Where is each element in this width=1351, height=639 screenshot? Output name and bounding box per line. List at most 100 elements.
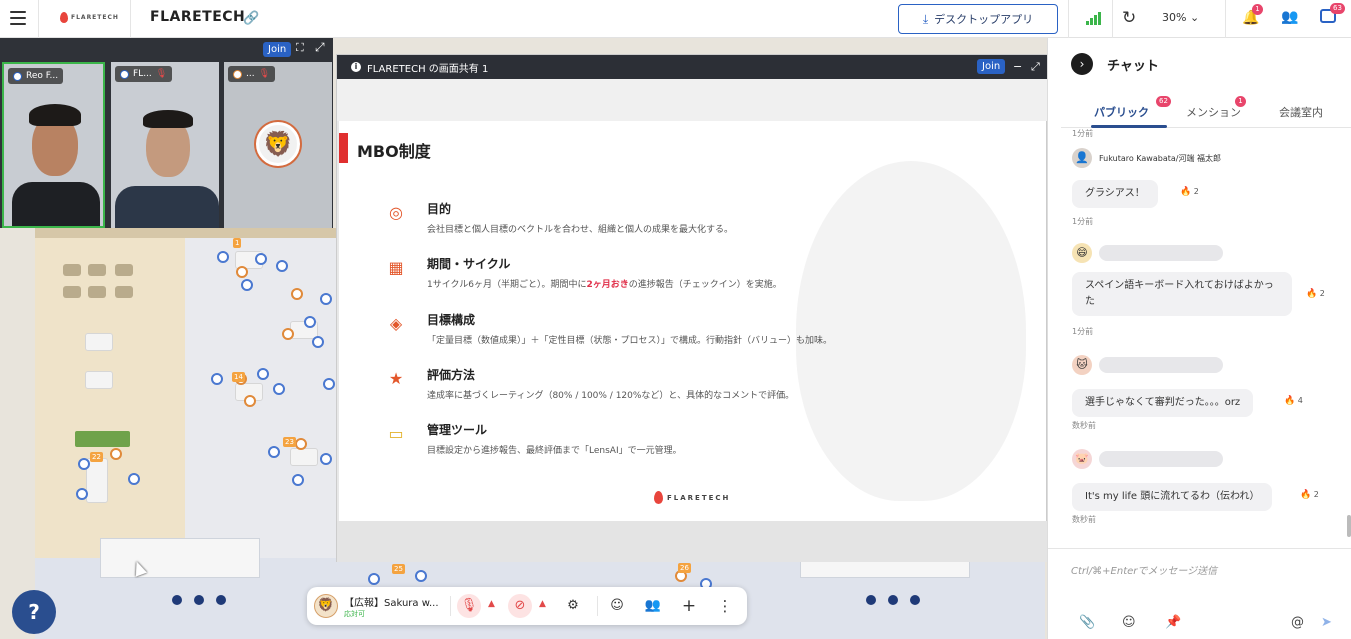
settings-button[interactable]: ⚙: [561, 594, 585, 618]
tab-badge: 62: [1156, 96, 1171, 107]
user-avatar-dot[interactable]: [304, 316, 316, 328]
expand-icon[interactable]: ⤢: [1031, 60, 1040, 74]
video-tile[interactable]: FL... 🎙: [111, 62, 219, 228]
send-icon[interactable]: ➤: [1321, 615, 1332, 630]
screen-share-window[interactable]: i FLARETECH の画面共有 1 Join − ⤢ MBO制度 ◎ 目的 …: [336, 54, 1047, 562]
minimize-icon[interactable]: −: [1013, 60, 1022, 73]
user-avatar-dot[interactable]: [255, 253, 267, 265]
desktop-app-button[interactable]: ⤓ デスクトップアプリ: [898, 4, 1058, 34]
message-input[interactable]: Ctrl/⌘+Enterでメッセージ送信 📎 ☺ 📌 @ ➤: [1048, 548, 1351, 639]
room-number-tag: 23: [283, 437, 296, 447]
message-sender[interactable]: 🐱: [1072, 355, 1223, 375]
room-number-tag: 26: [678, 563, 691, 573]
help-button[interactable]: ?: [12, 590, 56, 634]
chat-badge: 63: [1330, 3, 1345, 14]
mic-off-button[interactable]: 🎙: [457, 594, 481, 618]
join-button[interactable]: Join: [977, 59, 1006, 74]
user-avatar-dot[interactable]: [78, 458, 90, 470]
message-bubble[interactable]: スペイン語キーボード入れておけばよかった: [1072, 272, 1292, 316]
fire-icon: 🔥: [1306, 289, 1318, 299]
timestamp: 1分前: [1072, 217, 1094, 226]
emoji-icon[interactable]: ☺: [1122, 615, 1136, 630]
my-status[interactable]: 応対可: [344, 609, 365, 619]
user-avatar-dot[interactable]: [241, 279, 253, 291]
user-avatar-dot[interactable]: [244, 395, 256, 407]
my-avatar[interactable]: 🦁: [314, 594, 338, 618]
wall: [35, 228, 345, 238]
user-avatar-dot[interactable]: [415, 570, 427, 582]
message-bubble[interactable]: It's my life 頭に流れてるわ（伝われ）: [1072, 483, 1273, 511]
user-avatar-dot[interactable]: [268, 446, 280, 458]
emoji-button[interactable]: ☺: [605, 594, 629, 618]
my-name[interactable]: 【広報】Sakura w...: [344, 594, 439, 609]
flame-watermark: [796, 161, 1026, 501]
reaction[interactable]: 🔥 4: [1284, 396, 1303, 406]
timestamp: 数秒前: [1072, 421, 1096, 430]
user-avatar-dot[interactable]: [323, 378, 335, 390]
user-avatar-dot[interactable]: [368, 573, 380, 585]
timestamp: 数秒前: [1072, 515, 1096, 524]
flaretech-logo: FLARETECH: [654, 491, 730, 504]
user-avatar-dot[interactable]: [276, 260, 288, 272]
tab-mention[interactable]: メンション: [1186, 104, 1241, 120]
user-avatar-dot[interactable]: [128, 473, 140, 485]
user-avatar-dot[interactable]: [292, 474, 304, 486]
user-avatar-dot[interactable]: [291, 288, 303, 300]
pin-icon[interactable]: 📌: [1165, 615, 1181, 630]
attachment-icon[interactable]: 📎: [1079, 615, 1095, 630]
user-avatar-dot[interactable]: [257, 368, 269, 380]
video-tile[interactable]: 🦁 ... 🎙: [224, 62, 332, 228]
focus-icon[interactable]: ⛶: [296, 41, 304, 55]
hamburger-menu-icon[interactable]: [10, 11, 26, 25]
user-avatar-dot[interactable]: [295, 438, 307, 450]
timestamp: 1分前: [1072, 129, 1094, 138]
expand-icon[interactable]: ⤢: [315, 40, 325, 55]
user-avatar-dot[interactable]: [282, 328, 294, 340]
avatar: 🐷: [1072, 449, 1092, 469]
user-avatar-dot[interactable]: [217, 251, 229, 263]
user-avatar-dot[interactable]: [76, 488, 88, 500]
reaction[interactable]: 🔥 2: [1300, 490, 1319, 500]
user-avatar-dot[interactable]: [211, 373, 223, 385]
user-avatar-dot[interactable]: [110, 448, 122, 460]
collapse-chat-button[interactable]: ›: [1071, 53, 1093, 75]
mention-icon[interactable]: @: [1291, 615, 1304, 630]
user-avatar-dot[interactable]: [320, 453, 332, 465]
participant-label: Reo F...: [8, 68, 64, 84]
group-button[interactable]: 👥: [641, 594, 665, 618]
sofa: [88, 264, 106, 276]
sofa: [115, 264, 133, 276]
user-avatar-dot[interactable]: [312, 336, 324, 348]
message-bubble[interactable]: 選手じゃなくて審判だった。。。orz: [1072, 389, 1254, 417]
camera-off-button[interactable]: ⊘: [508, 594, 532, 618]
reaction[interactable]: 🔥 2: [1180, 187, 1199, 197]
link-icon[interactable]: 🔗: [243, 11, 259, 26]
user-avatar-dot[interactable]: [320, 293, 332, 305]
laptop-icon: ▭: [388, 424, 404, 443]
user-avatar-dot[interactable]: [273, 383, 285, 395]
reaction[interactable]: 🔥 2: [1306, 289, 1325, 299]
participant-video: [12, 182, 100, 226]
tab-meeting-room[interactable]: 会議室内: [1279, 104, 1323, 120]
users-icon[interactable]: 👥: [1281, 9, 1298, 25]
join-button[interactable]: Join: [263, 42, 292, 57]
chat-scrollbar[interactable]: [1347, 515, 1351, 537]
presentation-slide: MBO制度 ◎ 目的 会社目標と個人目標のベクトルを合わせ、組織と個人の成果を最…: [339, 121, 1046, 521]
message-list[interactable]: 1分前 👤 Fukutaro Kawabata/河端 福太郎 グラシアス！ 🔥 …: [1048, 128, 1351, 548]
message-bubble[interactable]: グラシアス！: [1072, 180, 1158, 208]
virtual-office-map[interactable]: Join ⛶ ⤢ Reo F... FL... 🎙 🦁 ... 🎙 i FLAR…: [0, 38, 1047, 639]
message-sender[interactable]: 👤 Fukutaro Kawabata/河端 福太郎: [1072, 148, 1221, 168]
user-avatar-dot[interactable]: [236, 266, 248, 278]
message-sender[interactable]: 😄: [1072, 243, 1223, 263]
participant-label: ... 🎙: [228, 66, 276, 82]
message-sender[interactable]: 🐷: [1072, 449, 1223, 469]
add-button[interactable]: +: [677, 594, 701, 618]
avatar: 🐱: [1072, 355, 1092, 375]
mic-options-caret-icon[interactable]: ▲: [488, 599, 495, 609]
video-tile[interactable]: Reo F...: [2, 62, 105, 228]
more-options-button[interactable]: ⋮: [713, 594, 737, 618]
reload-icon[interactable]: ↻: [1122, 8, 1136, 28]
tab-public[interactable]: パブリック: [1094, 104, 1149, 120]
zoom-select[interactable]: 30% ⌄: [1162, 11, 1199, 24]
camera-options-caret-icon[interactable]: ▲: [539, 599, 546, 609]
